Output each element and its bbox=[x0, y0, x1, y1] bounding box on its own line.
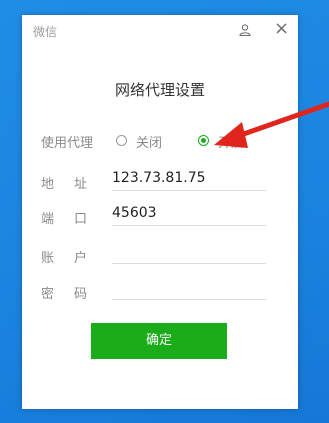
app-title: 微信 bbox=[33, 25, 58, 39]
wechat-window: 微信 × 网络代理设置 使用代理 关闭 开启 地址 123.73.81.75 端… bbox=[22, 15, 298, 409]
radio-proxy-off-label[interactable]: 关闭 bbox=[136, 132, 162, 151]
user-icon[interactable] bbox=[238, 23, 252, 37]
port-label: 端口 bbox=[41, 212, 108, 227]
radio-proxy-on[interactable] bbox=[198, 135, 209, 146]
port-field[interactable]: 45603 bbox=[112, 201, 266, 226]
password-label: 密码 bbox=[41, 287, 108, 302]
account-field[interactable] bbox=[112, 239, 266, 264]
address-field[interactable]: 123.73.81.75 bbox=[112, 166, 266, 191]
radio-proxy-on-label[interactable]: 开启 bbox=[218, 132, 244, 151]
dialog-title: 网络代理设置 bbox=[114, 81, 205, 99]
account-label: 账户 bbox=[41, 251, 108, 266]
radio-proxy-off[interactable] bbox=[116, 135, 127, 146]
confirm-button[interactable]: 确定 bbox=[91, 323, 227, 359]
close-icon[interactable]: × bbox=[274, 20, 289, 38]
address-label: 地址 bbox=[41, 177, 108, 192]
proxy-label: 使用代理 bbox=[41, 136, 94, 151]
desktop-background: 微信 × 网络代理设置 使用代理 关闭 开启 地址 123.73.81.75 端… bbox=[0, 0, 329, 423]
password-field[interactable] bbox=[112, 275, 266, 300]
